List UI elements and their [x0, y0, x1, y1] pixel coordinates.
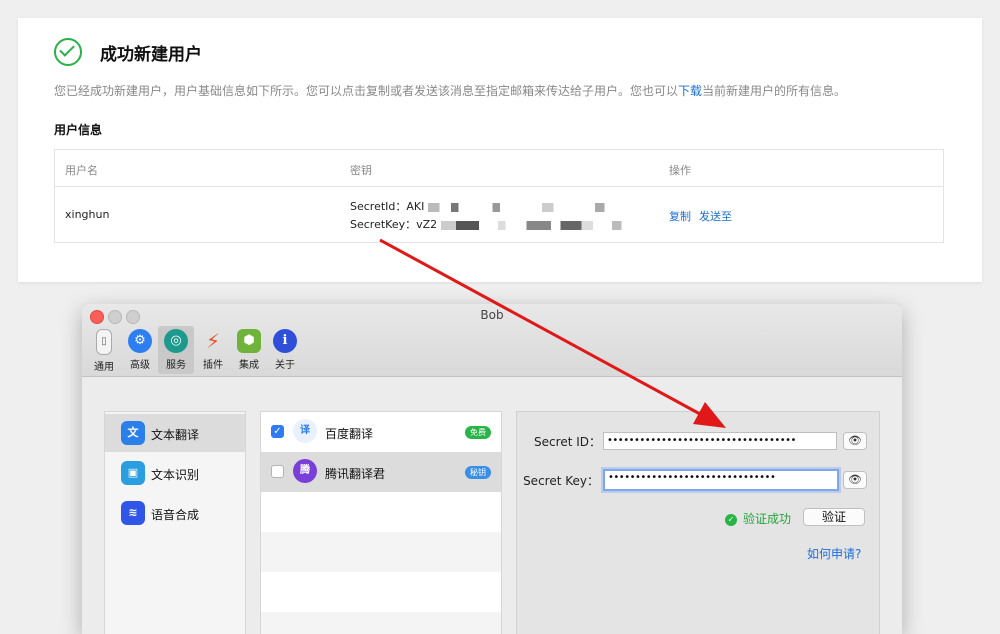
toolbar-about[interactable]: i 关于	[267, 326, 303, 374]
toolbar-label: 关于	[275, 360, 295, 371]
success-check-icon	[54, 38, 82, 66]
list-stripe	[261, 612, 501, 634]
eye-icon[interactable]: 👁	[843, 432, 867, 450]
bob-window: Bob ▯ 通用 ⚙ 高级 ◎ 服务 ⚡ 插件 ⬢ 集成 i 关于 文 文本翻译…	[82, 304, 902, 634]
secret-id-label: SecretId：	[350, 200, 407, 213]
user-info-table: 用户名 密钥 操作 xinghun SecretId：AKI SecretKey…	[54, 149, 944, 243]
description-suffix: 当前新建用户的所有信息。	[702, 84, 847, 98]
service-config-form: Secret ID： •••••••••••••••••••••••••••••…	[516, 411, 880, 634]
image-icon: ▣	[121, 461, 145, 485]
secret-key-field-label: Secret Key：	[523, 474, 599, 488]
actions-cell: 复制 发送至	[669, 208, 740, 224]
toolbar-general[interactable]: ▯ 通用	[86, 326, 122, 374]
secret-key-input[interactable]: •••••••••••••••••••••••••••••••	[603, 469, 839, 491]
window-content: 文 文本翻译 ▣ 文本识别 ≋ 语音合成 ✓ 译 百度翻译 免费 腾 腾讯翻译君…	[82, 377, 902, 634]
tencent-logo-icon: 腾	[293, 459, 317, 483]
header-actions: 操作	[669, 164, 691, 177]
sidebar-item-text-recognition[interactable]: ▣ 文本识别	[105, 454, 245, 492]
toolbar-label: 集成	[239, 360, 259, 371]
baidu-logo-icon: 译	[293, 419, 317, 443]
success-panel: 成功新建用户 您已经成功新建用户，用户基础信息如下所示。您可以点击复制或者发送该…	[18, 18, 982, 282]
section-title: 用户信息	[54, 123, 103, 137]
success-description: 您已经成功新建用户，用户基础信息如下所示。您可以点击复制或者发送该消息至指定邮箱…	[54, 82, 846, 99]
description-text: 您已经成功新建用户，用户基础信息如下所示。您可以点击复制或者发送该消息至指定邮箱…	[54, 84, 679, 98]
redaction-bar	[440, 220, 631, 230]
success-check-icon: ✓	[725, 513, 737, 526]
secret-key-line: SecretKey：vZ2	[350, 216, 631, 232]
toolbar-integration[interactable]: ⬢ 集成	[231, 326, 267, 374]
secret-key-label: SecretKey：	[350, 218, 417, 231]
secret-key-value: vZ2	[416, 218, 438, 231]
secret-id-line: SecretId：AKI	[350, 198, 618, 214]
sidebar-item-label: 文本翻译	[151, 428, 200, 442]
service-item-baidu[interactable]: ✓ 译 百度翻译 免费	[261, 412, 501, 452]
title-bar: Bob ▯ 通用 ⚙ 高级 ◎ 服务 ⚡ 插件 ⬢ 集成 i 关于	[82, 304, 902, 377]
service-tag: 免费	[465, 426, 491, 439]
redaction-bar	[427, 202, 618, 212]
copy-link[interactable]: 复制	[669, 210, 691, 223]
sidebar-item-speech-synthesis[interactable]: ≋ 语音合成	[105, 494, 245, 532]
toolbar-services[interactable]: ◎ 服务	[158, 326, 194, 374]
list-stripe	[261, 532, 501, 572]
verify-status-text: 验证成功	[743, 512, 792, 526]
service-item-tencent[interactable]: 腾 腾讯翻译君 秘钥	[261, 452, 501, 492]
secret-id-field-label: Secret ID：	[534, 435, 601, 449]
service-icon: ◎	[164, 329, 188, 353]
header-username: 用户名	[65, 164, 98, 177]
toolbar-label: 通用	[94, 362, 114, 373]
service-list: ✓ 译 百度翻译 免费 腾 腾讯翻译君 秘钥	[260, 411, 502, 634]
cube-icon: ⬢	[237, 329, 261, 353]
service-name: 百度翻译	[325, 427, 374, 441]
service-name: 腾讯翻译君	[325, 467, 386, 481]
info-icon: i	[273, 329, 297, 353]
window-title: Bob	[480, 308, 504, 322]
toolbar-advanced[interactable]: ⚙ 高级	[122, 326, 158, 374]
download-link[interactable]: 下载	[678, 84, 702, 98]
username-cell: xinghun	[65, 208, 110, 221]
secret-id-value: AKI	[406, 200, 425, 213]
sidebar-item-label: 语音合成	[151, 508, 200, 522]
send-to-link[interactable]: 发送至	[699, 210, 732, 223]
speech-icon: ≋	[121, 501, 145, 525]
gear-icon: ⚙	[128, 329, 152, 353]
toolbar-plugins[interactable]: ⚡ 插件	[195, 326, 231, 374]
secret-id-input[interactable]: •••••••••••••••••••••••••••••••••••	[603, 432, 837, 450]
service-tag: 秘钥	[465, 466, 491, 479]
page-title: 成功新建用户	[100, 45, 202, 65]
sidebar-item-text-translate[interactable]: 文 文本翻译	[105, 414, 245, 452]
translate-icon: 文	[121, 421, 145, 445]
verify-button[interactable]: 验证	[803, 508, 865, 526]
switch-icon: ▯	[96, 329, 112, 355]
eye-icon[interactable]: 👁	[843, 471, 867, 489]
toolbar-label: 服务	[166, 360, 186, 371]
plug-icon: ⚡	[205, 329, 221, 353]
toolbar-label: 高级	[130, 360, 150, 371]
header-key: 密钥	[350, 164, 372, 177]
service-checkbox[interactable]	[271, 465, 284, 478]
how-to-apply-link[interactable]: 如何申请?	[807, 545, 861, 562]
toolbar-label: 插件	[203, 360, 223, 371]
category-sidebar: 文 文本翻译 ▣ 文本识别 ≋ 语音合成	[104, 411, 246, 634]
service-checkbox[interactable]: ✓	[271, 425, 284, 438]
sidebar-item-label: 文本识别	[151, 468, 200, 482]
table-header: 用户名 密钥 操作	[55, 150, 943, 187]
verify-status: ✓ 验证成功	[725, 510, 791, 527]
